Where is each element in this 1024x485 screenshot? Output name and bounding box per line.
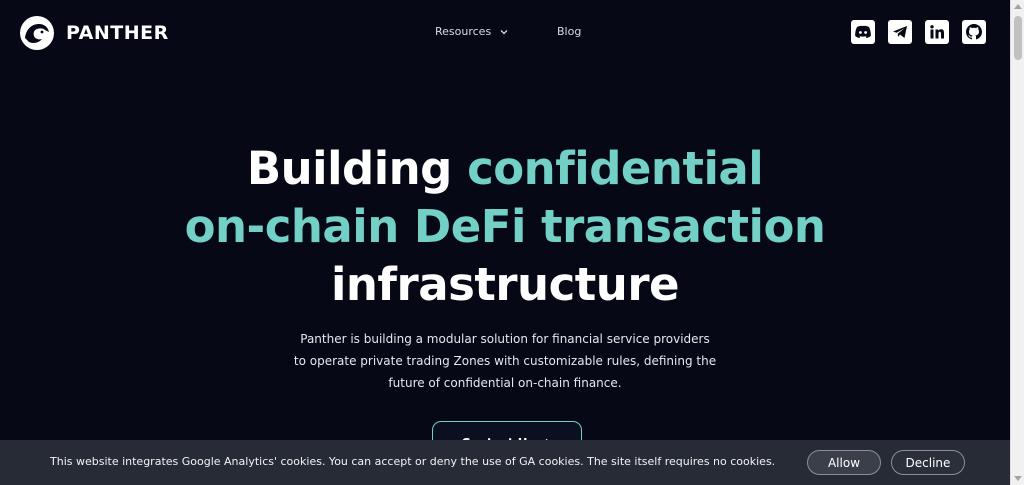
hero-title: Building confidential on-chain DeFi tran… [0,140,1010,314]
hero-description: Panther is building a modular solution f… [0,328,1010,394]
vertical-scrollbar[interactable] [1010,0,1024,485]
discord-icon[interactable] [851,20,875,44]
hero-title-part: infrastructure [330,258,680,311]
allow-cookies-button[interactable]: Allow [807,450,881,475]
main-nav: Resources Blog [435,25,581,38]
linkedin-icon[interactable] [925,20,949,44]
nav-item-label: Resources [435,25,492,38]
page: PANTHER Resources Blog Building confiden… [0,0,1010,485]
hero-desc-line: future of confidential on-chain finance. [388,376,622,390]
social-links [851,20,986,44]
panther-logo-icon [20,16,54,50]
nav-item-blog[interactable]: Blog [557,25,581,38]
cookie-message: This website integrates Google Analytics… [50,455,776,468]
hero-title-part: Building [246,142,468,195]
nav-item-label: Blog [557,25,582,38]
nav-item-resources[interactable]: Resources [435,25,557,38]
scroll-down-arrow-icon[interactable] [1014,476,1022,481]
scrollbar-thumb[interactable] [1014,16,1022,60]
scroll-up-arrow-icon[interactable] [1014,4,1022,9]
cookie-banner: This website integrates Google Analytics… [0,440,1010,485]
brand-name: PANTHER [66,22,169,44]
brand-logo[interactable]: PANTHER [20,16,169,50]
hero-title-highlight: confidential [467,142,764,195]
hero-title-highlight: on-chain DeFi transaction [184,200,826,253]
hero-desc-line: Panther is building a modular solution f… [300,332,710,346]
telegram-icon[interactable] [888,20,912,44]
hero-desc-line: to operate private trading Zones with cu… [293,354,717,368]
decline-cookies-button[interactable]: Decline [891,450,965,475]
github-icon[interactable] [962,20,986,44]
chevron-down-icon [500,29,508,34]
